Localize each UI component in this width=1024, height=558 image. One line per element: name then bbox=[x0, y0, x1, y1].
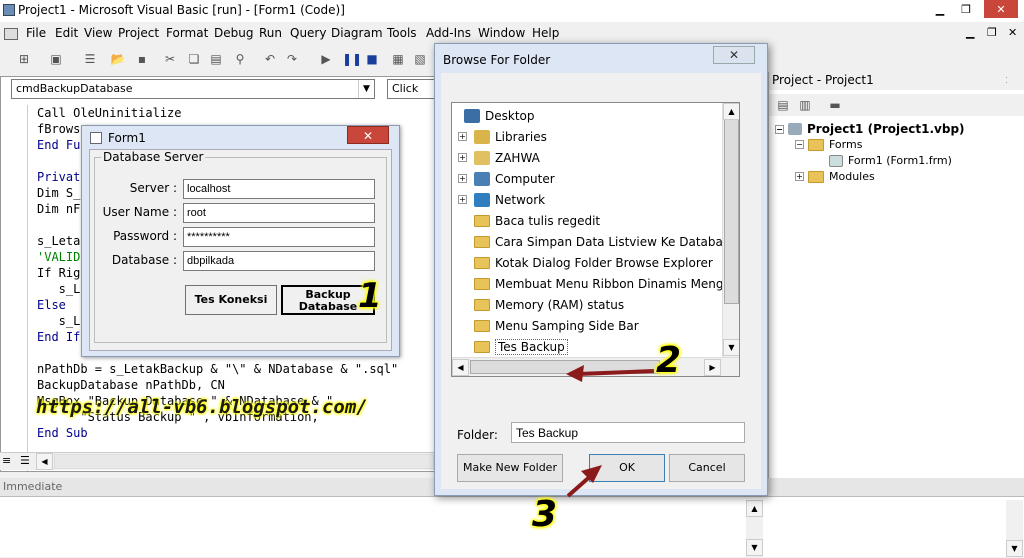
arrow-2-head bbox=[566, 365, 584, 382]
arrow-2-line bbox=[577, 369, 655, 376]
annotation-arrows bbox=[566, 365, 655, 498]
annotation-2: 2 bbox=[656, 340, 682, 381]
annotation-3: 3 bbox=[532, 494, 558, 535]
